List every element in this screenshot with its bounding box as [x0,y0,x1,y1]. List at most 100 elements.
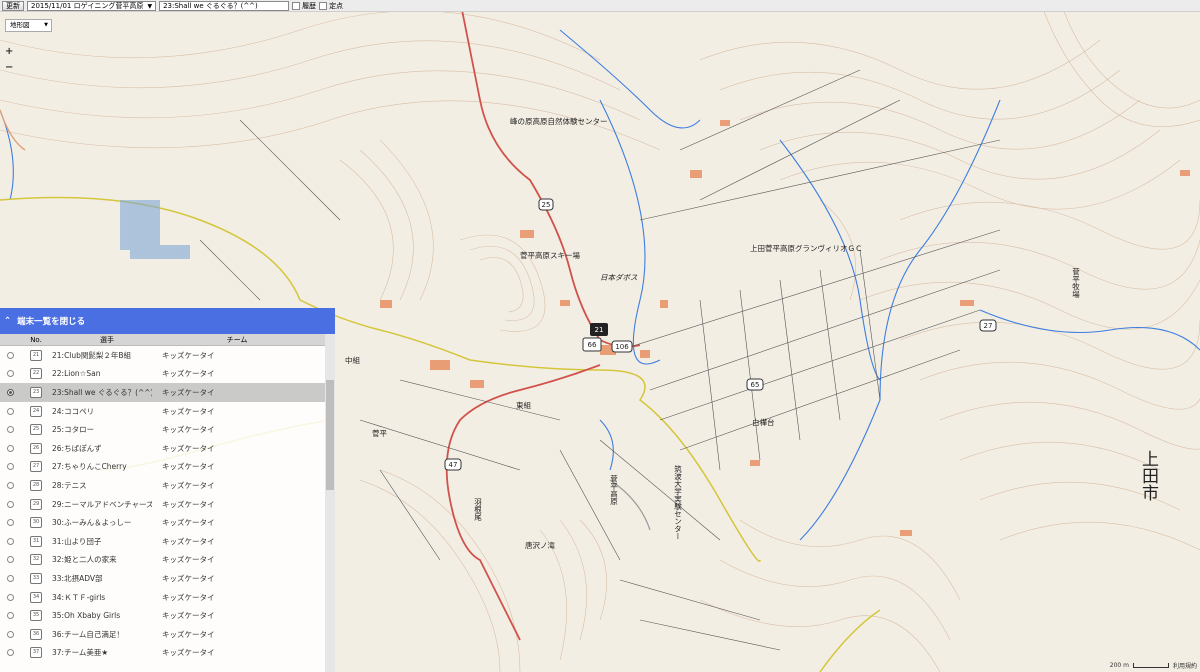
player-name: 33:北摂ADV部 [52,573,103,583]
table-row[interactable]: 29 29:ニーマルアドベンチャーズ キッズケータイ [0,495,325,514]
table-row[interactable]: 22 22:Lion☆San キッズケータイ [0,365,325,384]
svg-text:47: 47 [449,461,458,469]
row-radio[interactable] [0,463,20,471]
team-name: キッズケータイ [162,611,215,621]
team-name: キッズケータイ [162,499,215,509]
table-row[interactable]: 24 24:ココペリ キッズケータイ [0,402,325,421]
row-radio[interactable] [0,612,20,620]
player-name: 34:ＫＴＦ-girls [52,592,106,602]
row-radio[interactable] [0,519,20,527]
row-radio[interactable] [0,500,20,508]
marker-pin-icon: 31 [20,535,52,547]
table-row[interactable]: 33 33:北摂ADV部 キッズケータイ [0,569,325,588]
layer-select[interactable]: 地形図 ▼ [5,19,52,32]
table-row[interactable]: 31 31:山より団子 キッズケータイ [0,532,325,551]
team-name: キッズケータイ [162,462,215,472]
event-select[interactable]: 2015/11/01 ロゲイニング菅平高原 ▼ [27,0,157,11]
team-name: キッズケータイ [162,387,215,397]
player-select[interactable]: 23:Shall we ぐるぐる？(^^) [159,0,290,11]
map-label-higashigumi: 東組 [516,400,531,410]
chevron-down-icon: ▼ [147,2,153,10]
map-label-nature-center: 峰の原高原自然体験センター [510,116,608,126]
team-name: キッズケータイ [162,629,215,639]
device-table: No. 選手 チーム 21 21:Club関髭梨２年B組 キッズケータイ 22 22:L… [0,334,325,672]
scrollbar[interactable] [325,334,335,672]
player-name: 25:コタロー [52,425,95,435]
table-row[interactable]: 32 32:姫と二人の家来 キッズケータイ [0,551,325,570]
player-name: 37:チーム美亜★ [52,648,109,658]
marker-pin-icon: 36 [20,628,52,640]
row-radio[interactable] [0,407,20,415]
player-name: 30:ふーみん＆よっしー [52,518,132,528]
row-radio[interactable] [0,537,20,545]
svg-text:21: 21 [595,326,604,334]
table-row[interactable]: 35 35:Oh Xbaby Girls キッズケータイ [0,606,325,625]
row-radio[interactable] [0,593,20,601]
row-radio[interactable] [0,630,20,638]
marker-pin-icon: 34 [20,591,52,603]
col-no: No. [30,335,42,344]
player-name: 35:Oh Xbaby Girls [52,611,121,621]
table-row[interactable]: 21 21:Club関髭梨２年B組 キッズケータイ [0,346,325,365]
fixed-point-checkbox[interactable]: 定点 [319,1,343,11]
row-radio[interactable] [0,481,20,489]
zoom-in-button[interactable]: + [5,46,13,57]
table-row[interactable]: 26 26:ちばぽんず キッズケータイ [0,439,325,458]
row-radio[interactable] [0,370,20,378]
player-name: 27:ちゃりんこCherry [52,462,127,472]
table-body: 21 21:Club関髭梨２年B組 キッズケータイ 22 22:Lion☆San キッズケ… [0,346,325,662]
zoom-out-button[interactable]: − [5,62,13,73]
marker-pin-icon: 29 [20,498,52,510]
col-player: 選手 [100,335,114,344]
map-label-nihon-davos: 日本ダボス [600,273,638,282]
row-radio[interactable] [0,444,20,452]
table-row[interactable]: 28 28:テニス キッズケータイ [0,476,325,495]
marker-pin-icon: 26 [20,442,52,454]
marker-pin-icon: 24 [20,405,52,417]
player-name: 26:ちばぽんず [52,443,102,453]
marker-pin-icon: 22 [20,368,52,380]
table-header: No. 選手 チーム [0,334,325,346]
panel-toggle-button[interactable]: ⌃ 端末一覧を閉じる [0,308,335,334]
map-label-ueda-city: 上田市 [1138,450,1159,501]
scrollbar-thumb[interactable] [326,380,334,490]
row-radio[interactable] [0,388,20,396]
team-name: キッズケータイ [162,350,215,360]
update-button[interactable]: 更新 [2,0,24,11]
marker-pin-icon: 33 [20,572,52,584]
row-radio[interactable] [0,556,20,564]
toolbar: 更新 2015/11/01 ロゲイニング菅平高原 ▼ 23:Shall we ぐる… [0,0,1200,12]
team-name: キッズケータイ [162,425,215,435]
row-radio[interactable] [0,574,20,582]
chevron-down-icon: ▼ [44,22,48,28]
table-row[interactable]: 36 36:チーム自己満足！ キッズケータイ [0,625,325,644]
svg-text:25: 25 [542,201,551,209]
marker-pin-icon: 27 [20,461,52,473]
map-label-sugadaira: 菅平 [372,428,387,438]
marker-pin-icon: 37 [20,647,52,659]
map-label-ski-resort: 菅平高原スキー場 [520,250,580,260]
table-row[interactable]: 27 27:ちゃりんこCherry キッズケータイ [0,458,325,477]
map-label-sugadaira-kogen: 菅平高原 [609,474,618,506]
table-row[interactable]: 23 23:Shall we ぐるぐる？(^^) キッズケータイ [0,383,325,402]
table-row[interactable]: 34 34:ＫＴＦ-girls キッズケータイ [0,588,325,607]
col-team: チーム [226,335,248,344]
marker-pin-icon: 23 [20,386,52,398]
table-row[interactable]: 37 37:チーム美亜★ キッズケータイ [0,644,325,663]
terms-link[interactable]: 利用規約 [1173,661,1197,670]
player-name: 28:テニス [52,480,87,490]
svg-text:106: 106 [615,343,629,351]
table-row[interactable]: 30 30:ふーみん＆よっしー キッズケータイ [0,513,325,532]
svg-text:65: 65 [751,381,760,389]
row-radio[interactable] [0,351,20,359]
team-name: キッズケータイ [162,648,215,658]
row-radio[interactable] [0,426,20,434]
team-name: キッズケータイ [162,480,215,490]
team-name: キッズケータイ [162,443,215,453]
chevron-up-icon: ⌃ [4,316,12,326]
row-radio[interactable] [0,649,20,657]
history-checkbox[interactable]: 履歴 [292,1,316,11]
table-row[interactable]: 25 25:コタロー キッズケータイ [0,420,325,439]
team-name: キッズケータイ [162,592,215,602]
player-name: 24:ココペリ [52,406,95,416]
